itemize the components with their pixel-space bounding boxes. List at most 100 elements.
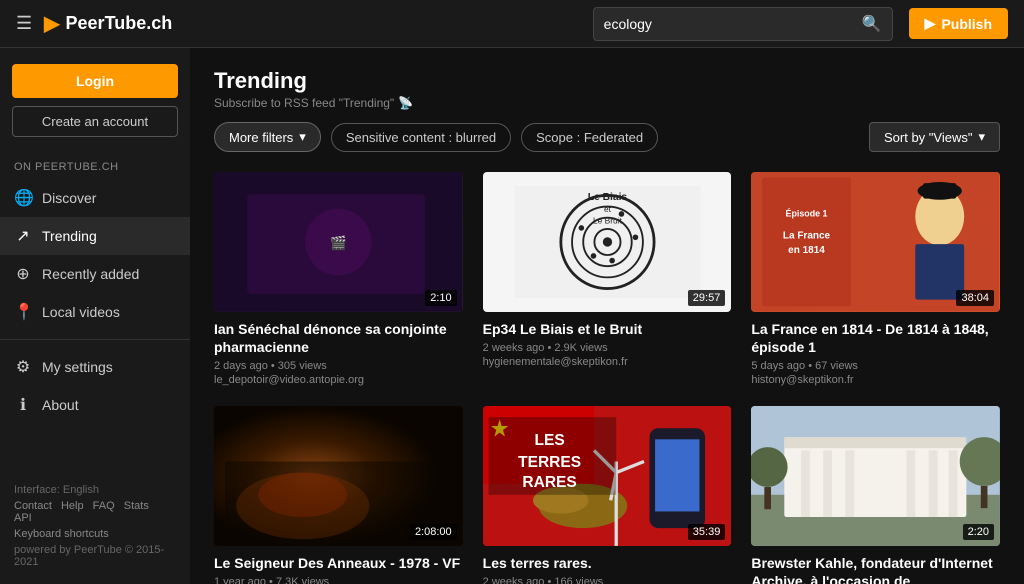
video-meta: 2 weeks ago • 166 views xyxy=(483,576,732,584)
video-thumbnail: LES TERRES RARES 35:39 xyxy=(483,406,732,546)
search-input[interactable] xyxy=(594,10,852,38)
svg-text:Le Bruit: Le Bruit xyxy=(593,215,623,225)
sidebar-item-local-videos[interactable]: 📍 Local videos xyxy=(0,293,190,331)
page-title: Trending xyxy=(214,68,1000,94)
video-duration: 35:39 xyxy=(688,524,726,540)
video-meta: 1 year ago • 7.3K views xyxy=(214,576,463,584)
sidebar-item-label: About xyxy=(42,397,79,413)
footer-help-link[interactable]: Help xyxy=(61,500,84,512)
svg-text:et: et xyxy=(603,204,611,214)
video-thumbnail: 🎬 2:10 xyxy=(214,172,463,312)
publish-label: Publish xyxy=(941,16,992,32)
publish-button[interactable]: ▶ Publish xyxy=(909,8,1008,39)
video-title: Ian Sénéchal dénonce sa conjointe pharma… xyxy=(214,320,463,356)
sidebar-divider xyxy=(0,339,190,340)
sidebar-section-label: ON PEERTUBE.CH xyxy=(0,149,190,179)
svg-text:RARES: RARES xyxy=(522,474,576,491)
video-title: Les terres rares. xyxy=(483,554,732,572)
video-duration: 2:10 xyxy=(425,290,456,306)
video-duration: 38:04 xyxy=(956,290,994,306)
video-thumbnail: 2:08:00 xyxy=(214,406,463,546)
menu-icon[interactable]: ☰ xyxy=(16,13,32,34)
scope-label: Scope : Federated xyxy=(536,130,643,145)
footer-stats-link[interactable]: Stats xyxy=(124,500,149,512)
svg-text:La France: La France xyxy=(783,231,831,242)
svg-text:Le Biais: Le Biais xyxy=(587,192,627,203)
video-card[interactable]: Le Biais et Le Bruit 29:57 Ep34 Le Biais… xyxy=(483,172,732,386)
video-grid: 🎬 2:10 Ian Sénéchal dénonce sa conjointe… xyxy=(214,172,1000,584)
video-title: Brewster Kahle, fondateur d'Internet Arc… xyxy=(751,554,1000,584)
pin-icon: 📍 xyxy=(14,302,32,322)
video-channel: le_depotoir@video.antopie.org xyxy=(214,374,463,386)
filters-row: More filters ▾ Sensitive content : blurr… xyxy=(214,122,1000,152)
page-header: Trending Subscribe to RSS feed "Trending… xyxy=(214,68,1000,110)
footer-faq-link[interactable]: FAQ xyxy=(93,500,115,512)
video-thumbnail: Épisode 1 La France en 1814 38:04 xyxy=(751,172,1000,312)
more-filters-button[interactable]: More filters ▾ xyxy=(214,122,321,152)
sidebar-item-label: Trending xyxy=(42,228,97,244)
video-title: La France en 1814 - De 1814 à 1848, épis… xyxy=(751,320,1000,356)
main-content: Trending Subscribe to RSS feed "Trending… xyxy=(190,48,1024,584)
sidebar-item-label: Local videos xyxy=(42,304,120,320)
login-button[interactable]: Login xyxy=(12,64,178,98)
footer-api-link[interactable]: API xyxy=(14,512,32,524)
video-channel: hygienementale@skeptikon.fr xyxy=(483,356,732,368)
sidebar-item-label: Recently added xyxy=(42,266,139,282)
sort-chevron-icon: ▾ xyxy=(978,129,985,145)
logo[interactable]: ▶ PeerTube.ch xyxy=(44,11,172,36)
sidebar-item-label: Discover xyxy=(42,190,96,206)
more-filters-label: More filters xyxy=(229,130,293,145)
keyboard-shortcuts-link[interactable]: Keyboard shortcuts xyxy=(14,528,109,540)
video-card[interactable]: 2:20 Brewster Kahle, fondateur d'Interne… xyxy=(751,406,1000,584)
rss-icon: 📡 xyxy=(398,96,413,110)
sort-label: Sort by "Views" xyxy=(884,130,972,145)
video-title: Ep34 Le Biais et le Bruit xyxy=(483,320,732,338)
logo-text: PeerTube.ch xyxy=(66,13,173,34)
globe-icon: 🌐 xyxy=(14,188,32,208)
interface-label: Interface: English xyxy=(14,484,176,496)
sidebar-item-recently-added[interactable]: ⊕ Recently added xyxy=(0,255,190,293)
video-duration: 2:20 xyxy=(963,524,994,540)
gear-icon: ⚙ xyxy=(14,357,32,377)
plus-circle-icon: ⊕ xyxy=(14,264,32,284)
video-card[interactable]: 🎬 2:10 Ian Sénéchal dénonce sa conjointe… xyxy=(214,172,463,386)
header: ☰ ▶ PeerTube.ch 🔍 ▶ Publish xyxy=(0,0,1024,48)
footer-contact-link[interactable]: Contact xyxy=(14,500,52,512)
video-card[interactable]: 2:08:00 Le Seigneur Des Anneaux - 1978 -… xyxy=(214,406,463,584)
rss-label: Subscribe to RSS feed "Trending" xyxy=(214,96,394,110)
sidebar-item-label: My settings xyxy=(42,359,113,375)
sidebar-item-settings[interactable]: ⚙ My settings xyxy=(0,348,190,386)
video-card[interactable]: Épisode 1 La France en 1814 38:04 La Fra… xyxy=(751,172,1000,386)
trending-icon: ↗ xyxy=(14,226,32,246)
powered-by-label: powered by PeerTube © 2015-2021 xyxy=(14,544,176,568)
video-thumbnail: Le Biais et Le Bruit 29:57 xyxy=(483,172,732,312)
video-thumbnail: 2:20 xyxy=(751,406,1000,546)
search-bar: 🔍 xyxy=(593,7,893,41)
video-meta: 2 days ago • 305 views xyxy=(214,360,463,372)
rss-link[interactable]: Subscribe to RSS feed "Trending" 📡 xyxy=(214,96,1000,110)
video-duration: 2:08:00 xyxy=(410,524,457,540)
video-meta: 2 weeks ago • 2.9K views xyxy=(483,342,732,354)
svg-text:en 1814: en 1814 xyxy=(789,245,826,256)
scope-filter[interactable]: Scope : Federated xyxy=(521,123,658,152)
publish-icon: ▶ xyxy=(925,15,936,32)
sidebar-item-trending[interactable]: ↗ Trending xyxy=(0,217,190,255)
search-button[interactable]: 🔍 xyxy=(852,8,892,40)
thumb-svg: Le Biais et Le Bruit xyxy=(508,186,707,298)
svg-text:Épisode 1: Épisode 1 xyxy=(786,208,828,218)
video-duration: 29:57 xyxy=(688,290,726,306)
info-icon: ℹ xyxy=(14,395,32,415)
sidebar-item-discover[interactable]: 🌐 Discover xyxy=(0,179,190,217)
sidebar-auth: Login Create an account xyxy=(0,48,190,149)
svg-text:🎬: 🎬 xyxy=(330,234,347,250)
video-card[interactable]: LES TERRES RARES 35:39 Les terres rares.… xyxy=(483,406,732,584)
chevron-down-icon: ▾ xyxy=(299,129,306,145)
sidebar-item-about[interactable]: ℹ About xyxy=(0,386,190,424)
sensitive-content-label: Sensitive content : blurred xyxy=(346,130,496,145)
sort-button[interactable]: Sort by "Views" ▾ xyxy=(869,122,1000,152)
video-meta: 5 days ago • 67 views xyxy=(751,360,1000,372)
create-account-button[interactable]: Create an account xyxy=(12,106,178,137)
logo-icon: ▶ xyxy=(44,11,59,36)
sidebar: Login Create an account ON PEERTUBE.CH 🌐… xyxy=(0,48,190,584)
sensitive-content-filter[interactable]: Sensitive content : blurred xyxy=(331,123,511,152)
